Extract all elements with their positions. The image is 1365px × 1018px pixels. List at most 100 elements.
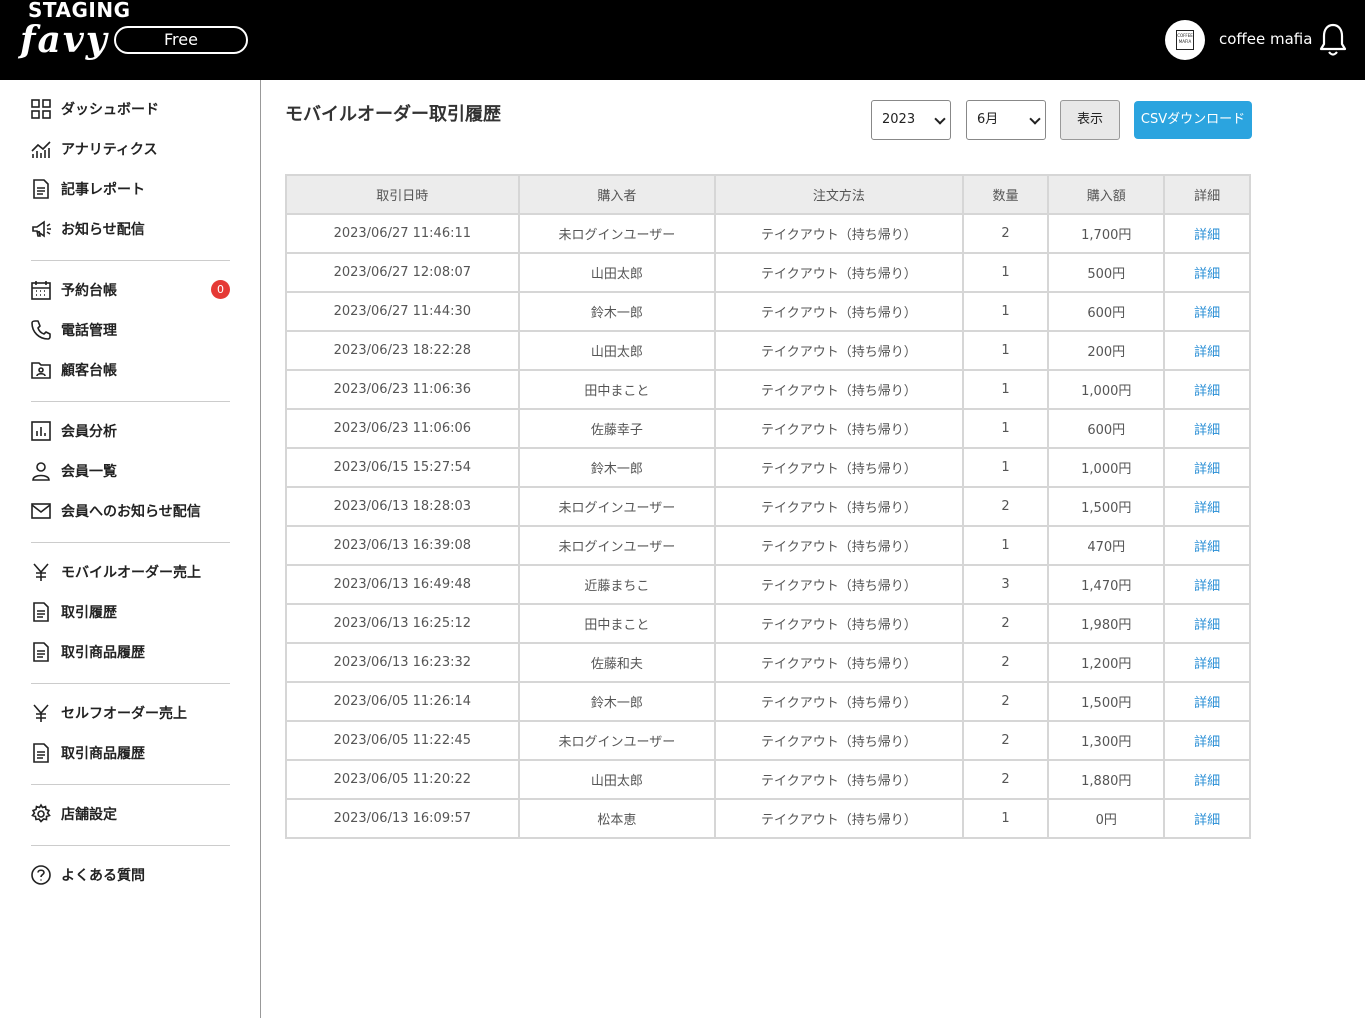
detail-link[interactable]: 詳細	[1163, 330, 1251, 371]
cell-purchaser: 山田太郎	[517, 252, 717, 293]
table-row: 2023/06/27 11:46:11 未ログインユーザー テイクアウト（持ち帰り）…	[285, 213, 1251, 254]
plan-badge: Free	[114, 26, 248, 54]
cell-order-method: テイクアウト（持ち帰り）	[714, 759, 964, 800]
sidebar-item-analytics[interactable]: アナリティクス	[30, 137, 230, 161]
table-body: 2023/06/27 11:46:11 未ログインユーザー テイクアウト（持ち帰り）…	[285, 213, 1251, 839]
sidebar-divider	[31, 260, 230, 261]
cell-quantity: 1	[961, 408, 1050, 449]
avatar-logo: COFFEE MAFIA	[1176, 30, 1194, 50]
sidebar-item-label: 予約台帳	[61, 283, 117, 299]
sidebar-item-faq[interactable]: よくある質問	[30, 863, 230, 887]
cell-purchaser: 山田太郎	[517, 330, 717, 371]
sidebar-item-dashboard[interactable]: ダッシュボード	[30, 97, 230, 121]
detail-link[interactable]: 詳細	[1163, 408, 1251, 449]
detail-link[interactable]: 詳細	[1163, 525, 1251, 566]
column-header-purchaser[interactable]: 購入者	[517, 174, 717, 215]
sidebar-item-reservations[interactable]: 予約台帳 0	[30, 278, 230, 302]
sidebar: ダッシュボード アナリティクス 記事レポート お知らせ配信 予約台帳 0 電話管…	[0, 80, 261, 1018]
cell-order-method: テイクアウト（持ち帰り）	[714, 564, 964, 605]
cell-amount: 1,470円	[1047, 564, 1166, 605]
sidebar-divider	[31, 401, 230, 402]
sidebar-item-label: 会員へのお知らせ配信	[61, 504, 201, 520]
detail-link[interactable]: 詳細	[1163, 681, 1251, 722]
logo[interactable]: favy	[20, 20, 109, 60]
show-button[interactable]: 表示	[1060, 100, 1120, 140]
cell-quantity: 2	[961, 213, 1050, 254]
bell-icon[interactable]	[1318, 22, 1348, 58]
detail-link[interactable]: 詳細	[1163, 252, 1251, 293]
phone-icon	[31, 320, 51, 340]
detail-link[interactable]: 詳細	[1163, 486, 1251, 527]
detail-link[interactable]: 詳細	[1163, 642, 1251, 683]
detail-link[interactable]: 詳細	[1163, 369, 1251, 410]
detail-link[interactable]: 詳細	[1163, 564, 1251, 605]
sidebar-item-notice[interactable]: お知らせ配信	[30, 217, 230, 241]
sidebar-item-customers[interactable]: 顧客台帳	[30, 358, 230, 382]
table-row: 2023/06/13 16:49:48 近藤まちこ テイクアウト（持ち帰り） 3 1,4…	[285, 564, 1251, 605]
sidebar-item-member-notice[interactable]: 会員へのお知らせ配信	[30, 499, 230, 523]
sidebar-item-article-report[interactable]: 記事レポート	[30, 177, 230, 201]
sidebar-item-member-list[interactable]: 会員一覧	[30, 459, 230, 483]
cell-order-method: テイクアウト（持ち帰り）	[714, 798, 964, 839]
detail-link[interactable]: 詳細	[1163, 213, 1251, 254]
cell-quantity: 2	[961, 720, 1050, 761]
cell-date: 2023/06/13 16:49:48	[285, 564, 520, 605]
sidebar-item-store-settings[interactable]: 店舗設定	[30, 802, 230, 826]
table-row: 2023/06/13 16:09:57 松本恵 テイクアウト（持ち帰り） 1 0円 詳細	[285, 798, 1251, 839]
cell-order-method: テイクアウト（持ち帰り）	[714, 525, 964, 566]
column-header-amount[interactable]: 購入額	[1047, 174, 1166, 215]
cell-amount: 1,300円	[1047, 720, 1166, 761]
page-title: モバイルオーダー取引履歴	[285, 104, 501, 125]
sidebar-item-label: よくある質問	[61, 868, 145, 884]
cell-quantity: 2	[961, 681, 1050, 722]
sidebar-item-member-analysis[interactable]: 会員分析	[30, 419, 230, 443]
sidebar-item-phone[interactable]: 電話管理	[30, 318, 230, 342]
csv-download-button[interactable]: CSVダウンロード	[1134, 101, 1252, 139]
document-icon	[33, 179, 49, 199]
month-select[interactable]: 6月	[966, 100, 1046, 140]
mail-icon	[31, 503, 51, 519]
detail-link[interactable]: 詳細	[1163, 720, 1251, 761]
column-header-order-method[interactable]: 注文方法	[714, 174, 964, 215]
table-row: 2023/06/13 18:28:03 未ログインユーザー テイクアウト（持ち帰り）…	[285, 486, 1251, 527]
detail-link[interactable]: 詳細	[1163, 759, 1251, 800]
cell-order-method: テイクアウト（持ち帰り）	[714, 291, 964, 332]
year-select[interactable]: 2023	[871, 100, 951, 140]
sidebar-item-label: 電話管理	[61, 323, 117, 339]
shop-name[interactable]: coffee mafia	[1219, 29, 1312, 49]
cell-order-method: テイクアウト（持ち帰り）	[714, 369, 964, 410]
cell-purchaser: 未ログインユーザー	[517, 213, 717, 254]
sidebar-item-product-history[interactable]: 取引商品履歴	[30, 640, 230, 664]
detail-link[interactable]: 詳細	[1163, 447, 1251, 488]
cell-order-method: テイクアウト（持ち帰り）	[714, 681, 964, 722]
sidebar-item-self-product-history[interactable]: 取引商品履歴	[30, 741, 230, 765]
sidebar-item-self-order-sales[interactable]: セルフオーダー売上	[30, 701, 230, 725]
sidebar-item-label: モバイルオーダー売上	[61, 565, 201, 581]
cell-quantity: 2	[961, 603, 1050, 644]
folder-user-icon	[31, 362, 51, 379]
sidebar-item-label: 顧客台帳	[61, 363, 117, 379]
column-header-date[interactable]: 取引日時	[285, 174, 520, 215]
detail-link[interactable]: 詳細	[1163, 603, 1251, 644]
table-row: 2023/06/15 15:27:54 鈴木一郎 テイクアウト（持ち帰り） 1 1,00…	[285, 447, 1251, 488]
table-row: 2023/06/05 11:20:22 山田太郎 テイクアウト（持ち帰り） 2 1,88…	[285, 759, 1251, 800]
sidebar-item-label: 記事レポート	[61, 182, 145, 198]
cell-order-method: テイクアウト（持ち帰り）	[714, 252, 964, 293]
month-select-value: 6月	[977, 112, 999, 127]
grid-icon	[31, 99, 51, 119]
column-header-detail: 詳細	[1163, 174, 1251, 215]
column-header-quantity[interactable]: 数量	[961, 174, 1050, 215]
sidebar-item-transaction-history[interactable]: 取引履歴	[30, 600, 230, 624]
cell-purchaser: 鈴木一郎	[517, 291, 717, 332]
detail-link[interactable]: 詳細	[1163, 291, 1251, 332]
cell-quantity: 1	[961, 369, 1050, 410]
shop-avatar[interactable]: COFFEE MAFIA	[1165, 20, 1205, 60]
bar-chart-icon	[31, 421, 51, 441]
table-row: 2023/06/05 11:26:14 鈴木一郎 テイクアウト（持ち帰り） 2 1,50…	[285, 681, 1251, 722]
table-row: 2023/06/23 18:22:28 山田太郎 テイクアウト（持ち帰り） 1 200円…	[285, 330, 1251, 371]
sidebar-divider	[31, 683, 230, 684]
table-row: 2023/06/05 11:22:45 未ログインユーザー テイクアウト（持ち帰り）…	[285, 720, 1251, 761]
detail-link[interactable]: 詳細	[1163, 798, 1251, 839]
sidebar-item-mobile-order-sales[interactable]: モバイルオーダー売上	[30, 560, 230, 584]
cell-order-method: テイクアウト（持ち帰り）	[714, 486, 964, 527]
